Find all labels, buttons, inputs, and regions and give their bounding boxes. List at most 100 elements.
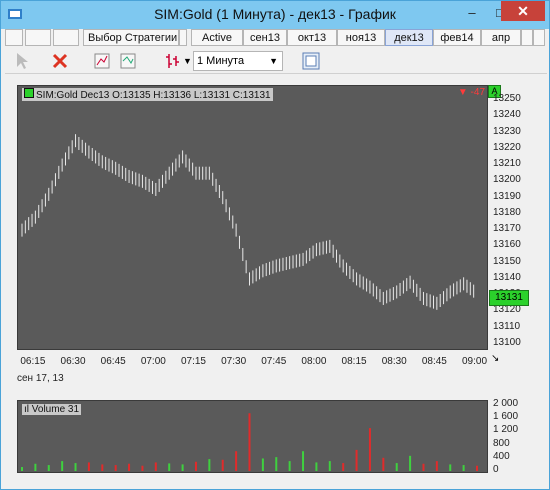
volume-bar xyxy=(435,461,438,471)
price-tick-label: 13140 xyxy=(493,271,521,283)
volume-bar xyxy=(74,463,77,471)
time-tick-label: 07:00 xyxy=(140,356,166,367)
time-tick-label: 08:00 xyxy=(301,356,327,367)
instrument-toolbar: Выбор Стратегии Active сен13 окт13 ноя13… xyxy=(5,29,547,47)
volume-bar xyxy=(449,464,452,471)
delete-icon[interactable] xyxy=(51,51,69,71)
minimize-button[interactable]: – xyxy=(457,1,487,23)
tab-active[interactable]: Active xyxy=(191,29,243,46)
volume-bar xyxy=(114,465,117,471)
bar-type-icon[interactable] xyxy=(163,51,183,71)
volume-bar xyxy=(47,465,50,471)
price-tick-label: 13240 xyxy=(493,109,521,121)
price-axis[interactable]: 13250 13240 13230 13220 13210 13200 13190 13180… xyxy=(489,85,535,350)
down-arrow-icon: ▼ xyxy=(457,87,468,98)
price-tick-label: 13180 xyxy=(493,206,521,218)
tab-dec13[interactable]: дек13 xyxy=(385,29,433,46)
close-button[interactable]: ✕ xyxy=(501,1,545,21)
price-tick-label: 13110 xyxy=(493,320,521,332)
volume-bar xyxy=(409,455,412,471)
volume-bar xyxy=(342,463,345,471)
volume-bar xyxy=(101,464,104,471)
volume-bar xyxy=(34,463,37,471)
price-tick-label: 13230 xyxy=(493,125,521,137)
strategy-dropdown[interactable]: Выбор Стратегии xyxy=(83,29,179,46)
volume-axis[interactable]: 2 000 1 600 1 200 800 400 0 xyxy=(489,398,535,475)
volume-bar xyxy=(87,462,90,471)
price-panel[interactable]: SIM:Gold Dec13 O:13135 H:13136 L:13131 C… xyxy=(17,85,488,350)
volume-bar xyxy=(141,465,144,471)
volume-bar xyxy=(302,451,305,471)
time-axis[interactable]: 06:15 06:30 06:45 07:00 07:15 07:30 07:45 08:00… xyxy=(17,356,488,370)
price-tick-label: 13210 xyxy=(493,158,521,170)
price-tick-label: 13150 xyxy=(493,255,521,267)
price-tick-label: 13160 xyxy=(493,239,521,251)
volume-panel[interactable]: ıl Volume 31 xyxy=(17,400,488,473)
tab-sep13[interactable]: сен13 xyxy=(243,29,287,46)
volume-bar xyxy=(462,465,465,471)
pointer-icon[interactable] xyxy=(13,51,31,71)
price-tick-label: 13100 xyxy=(493,337,521,348)
price-tick-label: 13190 xyxy=(493,190,521,202)
volume-chart xyxy=(21,413,478,471)
tabs-scroll-left[interactable] xyxy=(521,29,533,46)
volume-bar xyxy=(355,449,358,471)
interval-value: 1 Минута xyxy=(197,55,245,67)
price-tick-label: 13120 xyxy=(493,304,521,316)
date-label: сен 17, 13 xyxy=(17,373,64,384)
time-tick-label: 08:45 xyxy=(421,356,447,367)
volume-bar xyxy=(221,459,224,471)
print-icon[interactable] xyxy=(25,29,51,46)
volume-bar xyxy=(181,464,184,471)
price-tick-label: 13220 xyxy=(493,141,521,153)
time-tick-label: 07:15 xyxy=(180,356,206,367)
tab-nov13[interactable]: ноя13 xyxy=(337,29,385,46)
volume-tick-label: 0 xyxy=(493,464,499,475)
bar-type-dropdown-icon[interactable]: ▼ xyxy=(183,51,193,71)
volume-bar xyxy=(21,467,23,471)
tabs-scroll-right[interactable] xyxy=(533,29,545,46)
time-tick-label: 09:00 xyxy=(462,356,488,367)
title-bar[interactable]: SIM:Gold (1 Минута) - дек13 - График – □… xyxy=(1,1,549,29)
tools-icon[interactable] xyxy=(53,29,79,46)
resize-corner-icon[interactable]: ↘ xyxy=(491,353,499,364)
time-tick-label: 07:30 xyxy=(221,356,247,367)
change-value: -47 xyxy=(470,87,485,98)
volume-bar xyxy=(248,413,251,471)
time-tick-label: 06:30 xyxy=(60,356,86,367)
interval-select[interactable]: 1 Минута ▼ xyxy=(193,51,283,71)
chevron-down-icon: ▼ xyxy=(269,56,278,66)
tab-feb14[interactable]: фев14 xyxy=(433,29,481,46)
properties-icon[interactable] xyxy=(5,29,23,46)
time-tick-label: 07:45 xyxy=(261,356,287,367)
time-tick-label: 08:30 xyxy=(381,356,407,367)
volume-bar xyxy=(208,459,211,471)
volume-bar xyxy=(288,461,291,471)
data-box-icon[interactable] xyxy=(301,51,321,71)
volume-bar xyxy=(395,463,398,471)
volume-bar xyxy=(368,428,371,471)
time-tick-label: 06:45 xyxy=(100,356,126,367)
volume-bar xyxy=(261,458,264,471)
volume-bar xyxy=(315,462,318,471)
tab-oct13[interactable]: окт13 xyxy=(287,29,337,46)
price-tick-label: 13200 xyxy=(493,174,521,186)
price-tick-label: 13250 xyxy=(493,93,521,104)
volume-bar xyxy=(328,461,331,471)
strategy-dropdown-arrow[interactable] xyxy=(179,29,187,46)
price-chart xyxy=(21,134,475,310)
time-tick-label: 06:15 xyxy=(20,356,46,367)
volume-bar xyxy=(61,461,64,471)
indicators-icon[interactable] xyxy=(119,51,137,71)
volume-bar xyxy=(476,465,478,471)
chart-window: SIM:Gold (1 Минута) - дек13 - График – □… xyxy=(0,0,550,490)
volume-tick-label: 400 xyxy=(493,450,510,462)
volume-bar xyxy=(275,457,278,471)
volume-tick-label: 1 600 xyxy=(493,411,519,423)
chart-toolbar: ▼ 1 Минута ▼ xyxy=(5,49,547,74)
chart-style-icon[interactable] xyxy=(93,51,111,71)
volume-tick-label: 2 000 xyxy=(493,398,519,409)
tab-apr[interactable]: апр xyxy=(481,29,521,46)
change-badge: ▼ -47 xyxy=(451,87,485,99)
price-tick-label: 13170 xyxy=(493,223,521,235)
